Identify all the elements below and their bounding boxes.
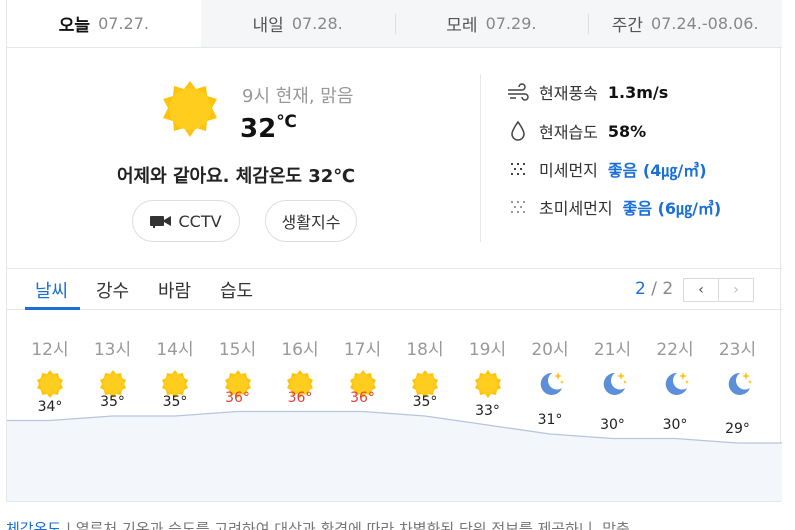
humidity-value: 58% [607,121,647,141]
moon-icon [540,372,564,395]
hour-temperature: 35° [162,394,188,410]
life-index-button[interactable]: 생활지수 [265,200,357,242]
hour-temperature: 36° [225,389,250,406]
tab-label: 오늘 [58,16,91,36]
moon-icon [728,372,752,395]
hour-temperature: 35° [100,394,125,410]
tab-label: 주간 [611,16,643,36]
tab-label: 내일 [252,16,284,36]
hour-temperature: 29° [725,421,750,437]
wind-value: 1.3m/s [607,82,669,102]
current-time-label: 9시 현재, 맑음 [242,86,354,107]
sun-icon [37,370,63,398]
sun-icon [474,370,501,398]
tab-precipitation[interactable]: 강수 [96,277,129,303]
droplet-icon [507,120,529,142]
weather-summary: 어제와 같아요. 체감온도 32℃ [117,166,356,187]
wind-stat: 현재풍속 1.3m/s [507,80,668,104]
moon-icon [665,372,689,395]
temp-value: 32 [240,114,277,144]
hour-temperature: 35° [412,394,438,410]
hour-temperature: 34° [37,398,63,415]
wind-icon [507,81,529,103]
current-temperature: 32℃ [240,112,297,144]
page-sep: / [651,279,657,299]
hour-temperature: 33° [475,403,500,419]
humidity-label: 현재습도 [539,123,598,142]
hour-label: 12시 [31,340,69,360]
page-indicator: 2 / 2 [635,279,673,299]
tab-weather[interactable]: 날씨 [35,277,68,303]
hour-label: 18시 [406,340,444,360]
active-tab-indicator [25,307,80,310]
fine-dust-value[interactable]: 좋음 (4㎍/㎥) [608,157,707,181]
hour-label: 17시 [343,340,382,360]
temp-unit: ℃ [276,112,297,132]
ultrafine-dots-icon [507,196,529,218]
hour-label: 20시 [531,340,569,360]
hour-label: 22시 [656,340,694,360]
chevron-right-icon: › [733,282,739,298]
day-tabs: 오늘 07.27. 내일 07.28. 모레 07.29. 주간 07.24.-… [7,0,782,48]
tab-weekly[interactable]: 주간 07.24.-08.06. [588,0,782,47]
sun-icon [163,81,217,137]
footer-text: | 열류처 기온과 습도를 고려하여 대상과 환경에 따라 차별화된 단위 정보… [65,520,630,530]
page-total: 2 [662,279,674,299]
hour-label: 13시 [93,340,132,360]
ultrafine-dust-label: 초미세먼지 [539,199,613,218]
footer-note: 체감온도 | 열류처 기온과 습도를 고려하여 대상과 환경에 따라 차별화된 … [6,518,630,530]
camera-icon [150,216,172,228]
hour-temperature: 30° [600,416,625,433]
fine-dust-label: 미세먼지 [539,161,598,180]
ultrafine-dust-stat: 초미세먼지 좋음 (6㎍/㎥) [507,195,721,219]
forecast-tabs: 날씨 강수 바람 습도 2 / 2 ‹ › [7,268,782,310]
cctv-label: CCTV [178,211,222,231]
next-page-button[interactable]: › [718,278,754,302]
chevron-left-icon: ‹ [698,282,704,298]
moon-icon [603,372,627,395]
dust-dots-icon [507,158,529,180]
hour-label: 21시 [593,340,632,360]
tab-label: 모레 [446,16,478,36]
hour-temperature: 31° [537,412,563,428]
life-index-label: 생활지수 [281,213,341,232]
tab-humidity[interactable]: 습도 [220,277,253,303]
hourly-forecast: 12시 34° 13시 35° 14시 35° 15시 36° 16시 36° 17시 36° 18시 3… [7,311,782,501]
tab-date: 07.28. [291,14,343,33]
hour-temperature: 36° [350,389,375,406]
hour-label: 23시 [718,340,757,360]
divider [480,74,481,242]
page-current: 2 [635,279,646,299]
humidity-stat: 현재습도 58% [507,119,646,143]
hour-label: 16시 [281,340,319,360]
hour-temperature: 36° [287,389,313,406]
tab-date: 07.27. [98,14,149,33]
tab-date: 07.29. [485,14,537,33]
ultrafine-dust-value[interactable]: 좋음 (6㎍/㎥) [623,195,722,219]
current-weather: 9시 현재, 맑음 32℃ 어제와 같아요. 체감온도 32℃ CCTV 생활지… [7,48,782,268]
tab-wind[interactable]: 바람 [158,277,191,303]
hour-temperature: 30° [662,416,688,433]
tab-today[interactable]: 오늘 07.27. [7,0,201,47]
prev-page-button[interactable]: ‹ [683,278,719,302]
hour-label: 19시 [468,340,507,360]
hour-label: 15시 [218,340,257,360]
feels-like-link[interactable]: 체감온도 [6,520,61,530]
tab-day-after[interactable]: 모레 07.29. [394,0,589,47]
weather-widget: 오늘 07.27. 내일 07.28. 모레 07.29. 주간 07.24.-… [6,0,782,502]
fine-dust-stat: 미세먼지 좋음 (4㎍/㎥) [507,157,707,181]
wind-label: 현재풍속 [539,84,598,103]
tab-date: 07.24.-08.06. [650,14,759,33]
tab-tomorrow[interactable]: 내일 07.28. [200,0,395,47]
cctv-button[interactable]: CCTV [132,200,240,242]
hour-label: 14시 [156,340,194,360]
